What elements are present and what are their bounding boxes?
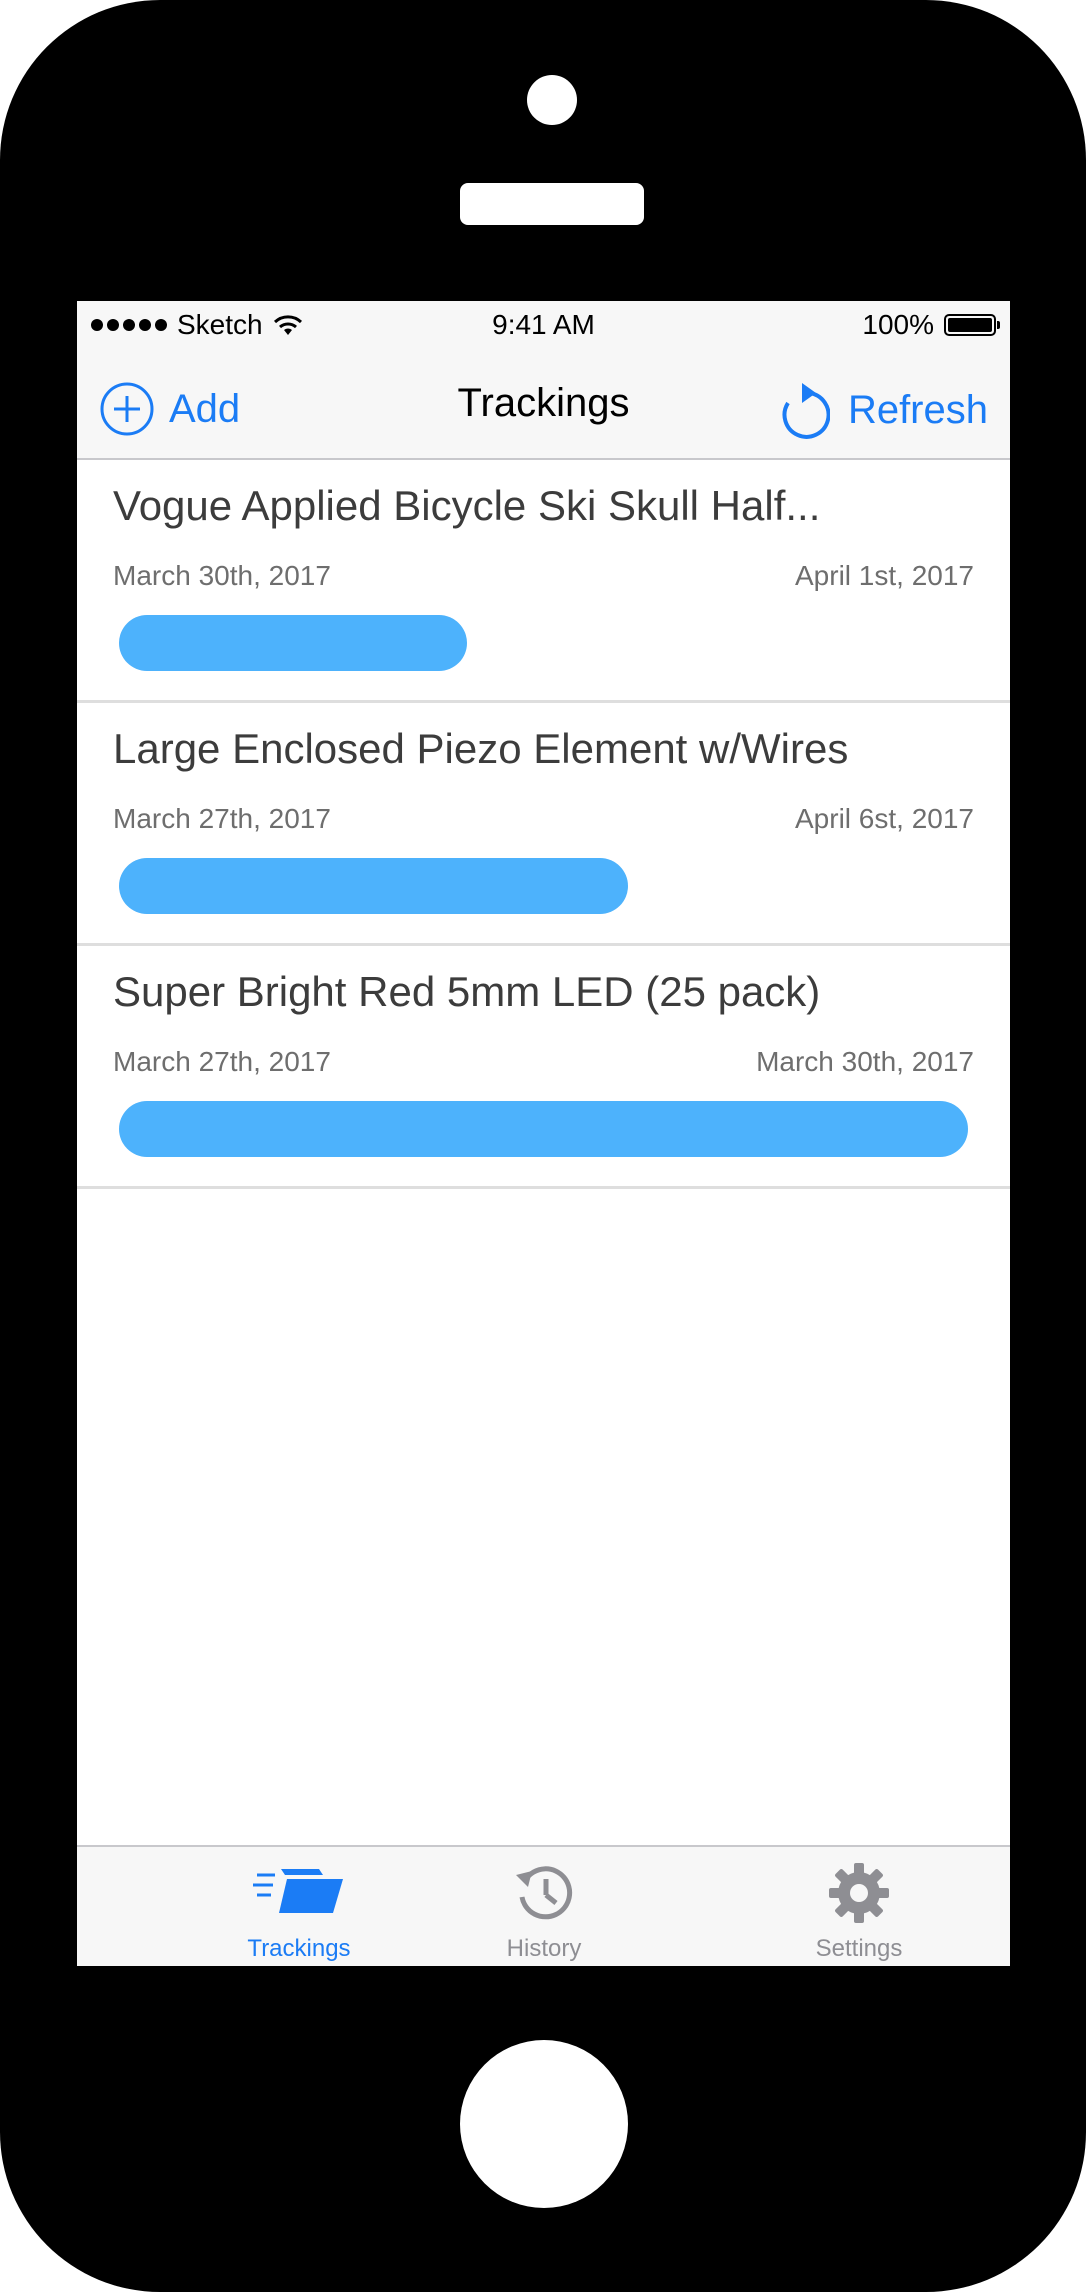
tracking-start-date: March 27th, 2017 <box>113 1046 331 1077</box>
progress-bar-fill <box>119 1101 968 1157</box>
tracking-row[interactable]: Vogue Applied Bicycle Ski Skull Half... … <box>77 460 1010 703</box>
progress-bar <box>119 1101 968 1157</box>
app-screen: Sketch 9:41 AM 100% Add Trackings Refres… <box>77 301 1010 1966</box>
home-button[interactable] <box>460 2040 628 2208</box>
tab-history[interactable]: History <box>434 1847 654 1966</box>
status-right: 100% <box>862 309 1000 341</box>
tracking-end-date: April 6st, 2017 <box>795 803 974 834</box>
tracking-end-date: April 1st, 2017 <box>795 560 974 591</box>
tab-settings[interactable]: Settings <box>749 1847 969 1966</box>
progress-bar-fill <box>119 615 468 671</box>
tracking-title: Large Enclosed Piezo Element w/Wires <box>113 725 849 772</box>
tab-label: Trackings <box>247 1935 351 1962</box>
tab-trackings[interactable]: Trackings <box>189 1847 409 1966</box>
status-bar: Sketch 9:41 AM 100% <box>77 301 1010 351</box>
navigation-bar: Add Trackings Refresh <box>77 351 1010 460</box>
tracking-title: Vogue Applied Bicycle Ski Skull Half... <box>113 482 821 529</box>
battery-percentage: 100% <box>862 309 934 340</box>
front-camera <box>527 75 577 125</box>
tracking-end-date: March 30th, 2017 <box>756 1046 974 1077</box>
history-icon <box>434 1861 654 1925</box>
refresh-button[interactable]: Refresh <box>776 381 988 439</box>
trackings-icon <box>189 1861 409 1921</box>
tab-bar: Trackings History Settings <box>77 1845 1010 1966</box>
progress-bar <box>119 858 968 914</box>
phone-frame: Sketch 9:41 AM 100% Add Trackings Refres… <box>0 0 1086 2292</box>
battery-icon <box>944 314 1000 336</box>
progress-bar <box>119 615 968 671</box>
refresh-button-label: Refresh <box>847 387 988 432</box>
earpiece-speaker <box>460 183 644 225</box>
tab-label: History <box>506 1935 582 1962</box>
tracking-start-date: March 30th, 2017 <box>113 560 331 591</box>
tracking-row[interactable]: Super Bright Red 5mm LED (25 pack) March… <box>77 946 1010 1189</box>
tab-label: Settings <box>815 1935 903 1962</box>
tracking-title: Super Bright Red 5mm LED (25 pack) <box>113 968 821 1015</box>
tracking-start-date: March 27th, 2017 <box>113 803 331 834</box>
gear-icon <box>749 1861 969 1925</box>
tracking-row[interactable]: Large Enclosed Piezo Element w/Wires Mar… <box>77 703 1010 946</box>
trackings-list: Vogue Applied Bicycle Ski Skull Half... … <box>77 460 1010 1189</box>
refresh-icon <box>782 383 830 439</box>
progress-bar-fill <box>119 858 629 914</box>
